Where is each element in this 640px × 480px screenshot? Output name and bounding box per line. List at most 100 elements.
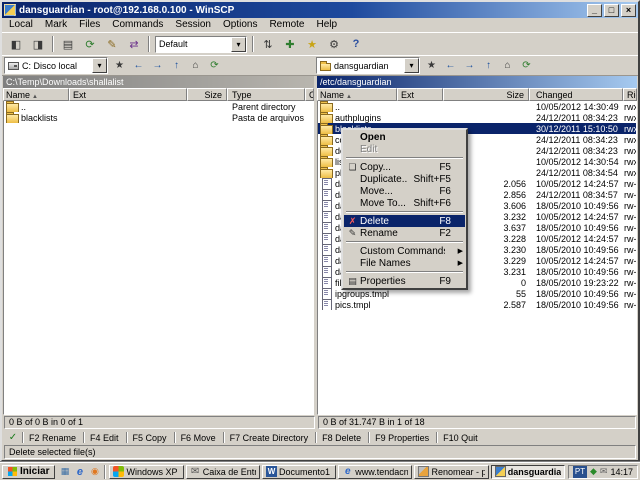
menu-item[interactable]: Session xyxy=(169,18,217,32)
function-key-button[interactable]: F5 Copy xyxy=(125,431,174,444)
function-key-button[interactable]: F2 Rename xyxy=(22,431,83,444)
preferences-icon[interactable]: ⚙ xyxy=(323,35,345,54)
local-drive-value: C: Disco local xyxy=(22,60,78,71)
menu-item[interactable]: Files xyxy=(73,18,106,32)
function-key-button[interactable]: F8 Delete xyxy=(315,431,368,444)
winscp-app-icon xyxy=(4,4,16,16)
column-header-ext[interactable]: Ext xyxy=(397,88,443,101)
close-button[interactable] xyxy=(621,3,636,17)
submenu-arrow-icon: ▶ xyxy=(457,260,463,267)
transfer-settings-icon[interactable]: ⇅ xyxy=(257,35,279,54)
task-button[interactable]: Documento1 -... xyxy=(261,464,337,479)
bookmarks-icon[interactable]: ★ xyxy=(301,35,323,54)
media-player-icon[interactable]: ◉ xyxy=(88,465,101,478)
column-header-changed[interactable]: Changed xyxy=(529,88,623,101)
column-header-rights[interactable]: Rights xyxy=(623,88,637,101)
refresh-icon[interactable]: ⟳ xyxy=(79,35,101,54)
toggle-left-panel-icon[interactable]: ◧ xyxy=(5,35,27,54)
check-icon: ✓ xyxy=(8,432,18,443)
file-rights: rw-r--r-- xyxy=(624,233,636,244)
file-row[interactable]: .. 10/05/2012 14:30:49 rwxr-xr-x xyxy=(318,101,636,112)
tray-status-icon[interactable]: ◆ xyxy=(590,466,597,477)
menu-item[interactable]: Help xyxy=(310,18,343,32)
task-button[interactable]: www.tendacn... xyxy=(338,464,413,479)
task-label: Documento1 -... xyxy=(278,466,332,477)
parent-dir-icon[interactable]: ↑ xyxy=(167,57,186,74)
menu-item[interactable]: Mark xyxy=(39,18,73,32)
directory-tree-icon[interactable]: ▤ xyxy=(57,35,79,54)
toggle-right-panel-icon[interactable]: ◨ xyxy=(27,35,49,54)
file-rights: rwxr-xr-x xyxy=(624,112,636,123)
context-menu-item[interactable]: ✗ Delete F8 xyxy=(344,215,465,227)
column-header-type[interactable]: Type xyxy=(227,88,305,101)
home-icon[interactable]: ⌂ xyxy=(186,57,205,74)
task-button[interactable]: Caixa de Entr... xyxy=(185,464,260,479)
language-indicator[interactable]: PT xyxy=(573,465,587,478)
local-drive-combo[interactable]: C: Disco local xyxy=(4,57,108,74)
chevron-down-icon[interactable] xyxy=(404,58,419,73)
file-row[interactable]: blacklists Pasta de arquivos xyxy=(4,112,313,123)
start-button[interactable]: Iniciar xyxy=(2,464,56,479)
file-rights: rwxr-xr-x xyxy=(624,101,636,112)
refresh-icon[interactable]: ⟳ xyxy=(517,57,536,74)
context-menu-item[interactable]: Move To... Shift+F6 xyxy=(344,197,465,209)
remote-drive-combo[interactable]: dansguardian xyxy=(316,57,420,74)
column-header-changed[interactable]: Changed xyxy=(305,88,314,101)
minimize-button[interactable] xyxy=(587,3,602,17)
synchronize-icon[interactable]: ⇄ xyxy=(123,35,145,54)
column-header-name[interactable]: Name xyxy=(3,88,69,101)
file-type-icon xyxy=(320,101,333,112)
function-key-button[interactable]: F7 Create Directory xyxy=(222,431,316,444)
home-icon[interactable]: ⌂ xyxy=(498,57,517,74)
menu-item[interactable]: Commands xyxy=(106,18,169,32)
back-icon[interactable]: ← xyxy=(129,57,148,74)
file-type-icon xyxy=(320,123,333,134)
file-row[interactable]: authplugins 24/12/2011 08:34:23 rwxr-xr-… xyxy=(318,112,636,123)
context-menu-item[interactable]: File Names ▶ xyxy=(344,257,465,269)
menu-item[interactable]: Local xyxy=(3,18,39,32)
context-menu-item[interactable]: Open xyxy=(344,131,465,143)
bookmark-icon[interactable]: ★ xyxy=(422,57,441,74)
show-desktop-icon[interactable]: ▦ xyxy=(58,465,71,478)
forward-icon[interactable]: → xyxy=(460,57,479,74)
task-icon xyxy=(342,466,353,477)
context-menu-item[interactable]: Move... F6 xyxy=(344,185,465,197)
function-key-button[interactable]: F6 Move xyxy=(173,431,223,444)
chevron-down-icon[interactable] xyxy=(231,36,246,52)
maximize-button[interactable] xyxy=(604,3,619,17)
forward-icon[interactable]: → xyxy=(148,57,167,74)
edit-icon[interactable]: ✎ xyxy=(101,35,123,54)
context-menu-item[interactable]: ▤ Properties F9 xyxy=(344,275,465,287)
internet-explorer-icon[interactable]: e xyxy=(73,465,86,478)
refresh-icon[interactable]: ⟳ xyxy=(205,57,224,74)
task-button[interactable]: Windows XP P... xyxy=(109,464,184,479)
task-button[interactable]: Renomear - p... xyxy=(414,464,489,479)
context-menu-item[interactable]: Duplicate... Shift+F5 xyxy=(344,173,465,185)
file-row[interactable]: .. Parent directory xyxy=(4,101,313,112)
column-header-ext[interactable]: Ext xyxy=(69,88,187,101)
chevron-down-icon[interactable] xyxy=(92,58,107,73)
function-key-button[interactable]: F10 Quit xyxy=(436,431,485,444)
menu-item-label: Delete xyxy=(360,215,389,227)
back-icon[interactable]: ← xyxy=(441,57,460,74)
title-bar[interactable]: dansguardian - root@192.168.0.100 - WinS… xyxy=(2,2,638,18)
function-key-button[interactable]: F4 Edit xyxy=(83,431,126,444)
transfer-preset-combo[interactable]: Default xyxy=(155,35,247,53)
bookmark-icon[interactable]: ★ xyxy=(110,57,129,74)
file-row[interactable]: pics.tmpl 2.587 18/05/2010 10:49:56 rw-r… xyxy=(318,299,636,310)
main-toolbar: ◧◨ ▤⟳✎⇄ Default ⇅✚★⚙? xyxy=(2,33,638,56)
column-header-size[interactable]: Size xyxy=(443,88,529,101)
column-header-name[interactable]: Name xyxy=(317,88,397,101)
parent-dir-icon[interactable]: ↑ xyxy=(479,57,498,74)
task-button[interactable]: dansguardia... xyxy=(490,464,565,479)
column-header-size[interactable]: Size xyxy=(187,88,227,101)
tray-mail-icon[interactable]: ✉ xyxy=(600,466,608,477)
function-key-button[interactable]: F9 Properties xyxy=(368,431,436,444)
context-menu-item[interactable]: ✎ Rename F2 xyxy=(344,227,465,239)
context-menu-item[interactable]: Custom Commands ▶ xyxy=(344,245,465,257)
help-icon[interactable]: ? xyxy=(345,35,367,54)
menu-item[interactable]: Options xyxy=(217,18,263,32)
context-menu-item[interactable]: ❏ Copy... F5 xyxy=(344,161,465,173)
new-session-icon[interactable]: ✚ xyxy=(279,35,301,54)
menu-item[interactable]: Remote xyxy=(263,18,310,32)
